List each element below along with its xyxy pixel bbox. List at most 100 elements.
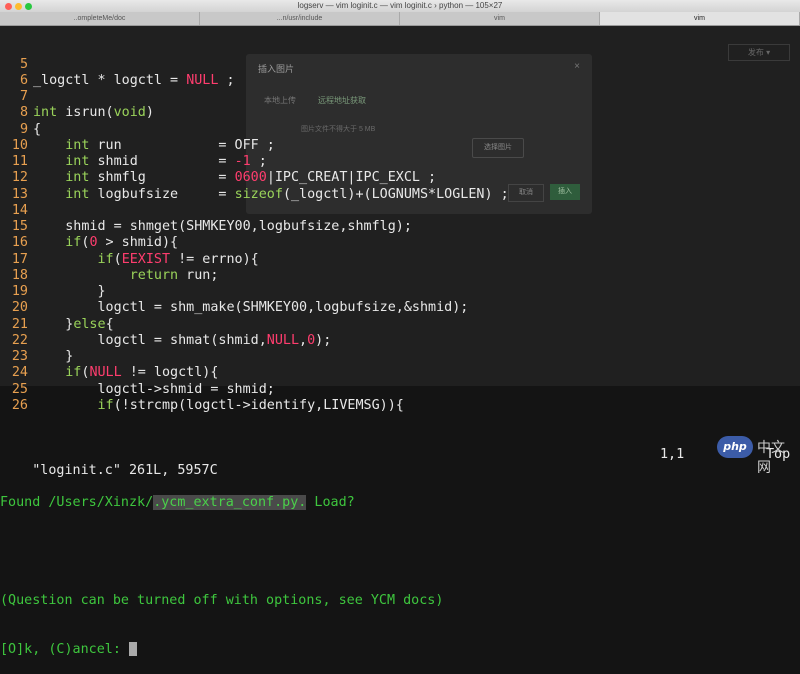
ycm-prompt[interactable]: [O]k, (C)ancel:: [0, 641, 800, 658]
code-token: if: [65, 365, 82, 381]
ycm-question-note: (Question can be turned off with options…: [0, 592, 444, 608]
line-number: 10: [11, 137, 28, 153]
line-number: 24: [11, 365, 28, 381]
code-line[interactable]: 22 logctl = shmat(shmid,NULL,0);: [0, 333, 800, 349]
code-token: |IPC_CREAT|IPC_EXCL ;: [266, 170, 437, 186]
vim-status-line: "loginit.c" 261L, 5957C 1,1 Top: [0, 447, 800, 478]
code-token: logctl = shm_make(SHMKEY00,logbufsize,&s…: [33, 300, 469, 316]
code-token: }: [33, 349, 74, 364]
code-token: != errno){: [170, 251, 259, 267]
code-line[interactable]: 18 return run;: [0, 268, 800, 284]
code-line[interactable]: 21 }else{: [0, 317, 800, 333]
line-number: 11: [11, 154, 28, 169]
watermark-text: 中文网: [757, 440, 785, 476]
line-number: 5: [19, 56, 28, 72]
line-number: 21: [11, 316, 28, 332]
code-line[interactable]: 11 int shmid = -1 ;: [0, 154, 800, 170]
code-token: 0600: [234, 170, 267, 186]
code-line[interactable]: 15 shmid = shmget(SHMKEY00,logbufsize,sh…: [0, 219, 800, 235]
vim-terminal[interactable]: 5 6 _logctl * logctl = NULL ; 7 8 int isrun(v…: [0, 24, 800, 657]
line-number: 8: [19, 105, 28, 121]
line-number: 9: [19, 121, 28, 137]
line-number: 15: [11, 219, 28, 234]
code-token: NULL: [186, 72, 219, 88]
code-token: void: [113, 105, 146, 121]
line-number: 6: [19, 72, 28, 88]
code-token: }: [33, 316, 74, 332]
line-number: 26: [11, 397, 28, 413]
code-token: 0: [307, 332, 316, 348]
code-token: if: [97, 397, 114, 413]
code-token: if: [65, 235, 82, 251]
code-line[interactable]: 10 int run = OFF ;: [0, 138, 800, 154]
code-token: run;: [178, 267, 219, 283]
code-token: if: [97, 251, 114, 267]
ycm-load-message: Found /Users/Xinzk/.ycm_extra_conf.py. L…: [0, 495, 800, 511]
code-token: int: [65, 137, 90, 153]
code-line[interactable]: 9{: [0, 122, 800, 138]
code-token: run = OFF ;: [89, 137, 275, 153]
code-token: {: [33, 121, 42, 137]
code-line[interactable]: 6 _logctl * logctl = NULL ;: [0, 73, 800, 89]
code-token: (: [113, 251, 122, 267]
code-token: shmid =: [89, 154, 235, 169]
status-file-info: "loginit.c" 261L, 5957C: [32, 462, 218, 478]
code-token: ;: [250, 154, 267, 169]
code-token: 0: [89, 235, 98, 251]
window-title: logserv — vim loginit.c — vim loginit.c …: [297, 1, 503, 10]
code-token: > shmid){: [97, 235, 179, 251]
code-token: ,: [299, 332, 308, 348]
code-line[interactable]: 16 if(0 > shmid){: [0, 235, 800, 251]
line-number: 17: [11, 251, 28, 267]
code-line[interactable]: 13 int logbufsize = sizeof(_logctl)+(LOG…: [0, 187, 800, 203]
code-token: (_logctl)+(LOGNUMS*LOGLEN) ;: [282, 186, 509, 202]
prompt-text: [O]k, (C)ancel:: [0, 641, 129, 657]
code-token: _logctl * logctl =: [33, 72, 187, 88]
code-token: logctl = shmat(shmid,: [33, 332, 267, 348]
code-token: isrun(: [57, 105, 114, 121]
code-token: logctl->shmid = shmid;: [33, 381, 275, 397]
code-token: -1: [234, 154, 251, 169]
code-line[interactable]: 7: [0, 89, 800, 105]
line-number: 7: [19, 89, 28, 104]
code-line[interactable]: 14: [0, 203, 800, 219]
line-number: 18: [11, 267, 28, 283]
line-number: 25: [11, 381, 28, 397]
code-token: shmid = shmget(SHMKEY00,logbufsize,shmfl…: [33, 219, 412, 234]
code-line[interactable]: 24 if(NULL != logctl){: [0, 365, 800, 381]
code-token: else: [73, 316, 106, 332]
code-token: int: [65, 154, 90, 169]
code-line[interactable]: 12 int shmflg = 0600|IPC_CREAT|IPC_EXCL …: [0, 170, 800, 186]
line-number: 13: [11, 186, 28, 202]
line-number: 23: [11, 349, 28, 364]
code-token: (!strcmp(logctl->identify,LIVEMSG)){: [113, 397, 404, 413]
php-cn-watermark: php 中文网: [717, 430, 797, 476]
code-line[interactable]: 20 logctl = shm_make(SHMKEY00,logbufsize…: [0, 300, 800, 316]
code-buffer[interactable]: 5 6 _logctl * logctl = NULL ; 7 8 int isrun(v…: [0, 57, 800, 415]
code-token: int: [65, 186, 90, 202]
code-token: int: [65, 170, 90, 186]
text-cursor: [129, 641, 137, 656]
found-suffix: Load?: [306, 495, 355, 511]
line-number: 14: [11, 202, 28, 218]
code-line[interactable]: 26 if(!strcmp(logctl->identify,LIVEMSG))…: [0, 398, 800, 414]
code-line[interactable]: 25 logctl->shmid = shmid;: [0, 382, 800, 398]
code-line[interactable]: 5: [0, 57, 800, 73]
code-line[interactable]: 8 int isrun(void): [0, 105, 800, 121]
code-token: ): [145, 105, 154, 121]
code-line[interactable]: 19 }: [0, 284, 800, 300]
code-token: sizeof: [234, 186, 283, 202]
code-line[interactable]: 17 if(EEXIST != errno){: [0, 252, 800, 268]
code-line[interactable]: 23 }: [0, 349, 800, 365]
line-number: 12: [11, 170, 28, 186]
code-token: }: [33, 284, 106, 299]
ycm-conf-file: .ycm_extra_conf.py.: [153, 495, 307, 511]
code-token: EEXIST: [121, 251, 171, 267]
